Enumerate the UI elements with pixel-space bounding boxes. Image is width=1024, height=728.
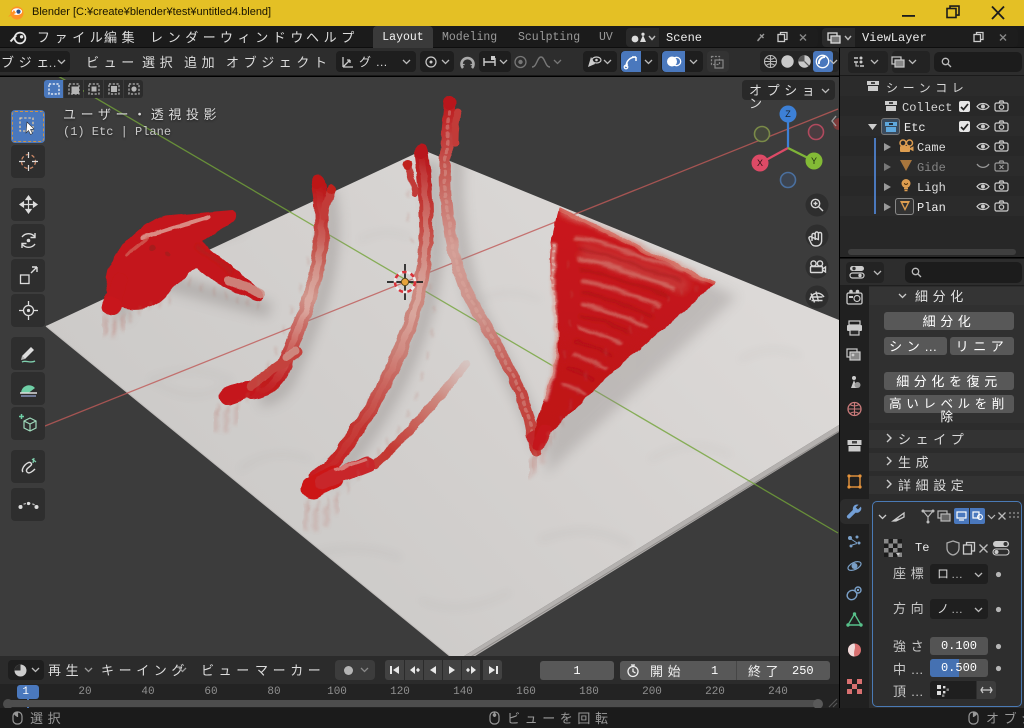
svg-text:Z: Z (785, 109, 791, 119)
svg-text:Y: Y (811, 156, 817, 166)
svg-text:X: X (757, 158, 763, 168)
